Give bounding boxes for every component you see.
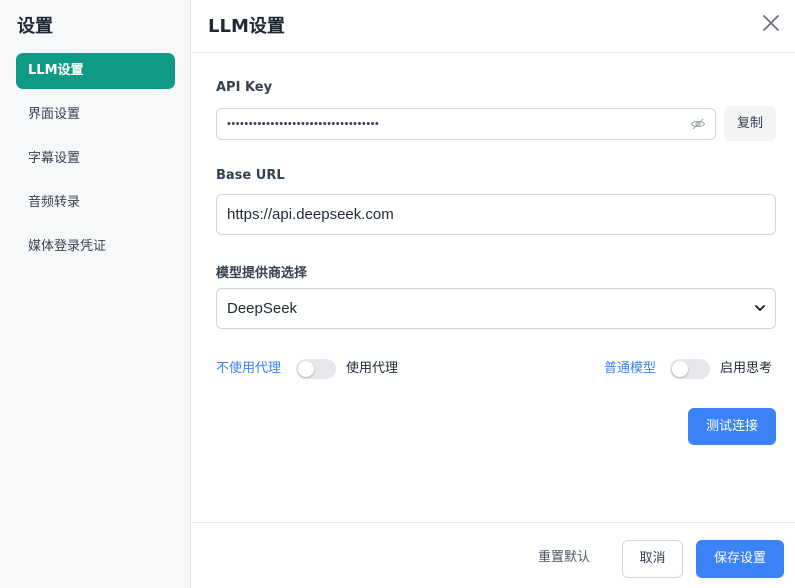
copy-button[interactable]: 复制 [724,106,776,141]
reset-defaults-button[interactable]: 重置默认 [530,540,598,576]
sidebar-item-audio[interactable]: 音频转录 [16,185,175,221]
base-url-label: Base URL [216,168,285,183]
sidebar-item-subtitles[interactable]: 字幕设置 [16,141,175,177]
toggle-knob [672,361,688,377]
sidebar: 设置 LLM设置 界面设置 字幕设置 音频转录 媒体登录凭证 [0,0,191,588]
enable-thinking-label: 启用思考 [720,361,773,376]
proxy-toggle[interactable] [296,359,336,379]
page-title: LLM设置 [208,16,285,37]
normal-model-label: 普通模型 [604,361,657,376]
api-key-label: API Key [216,80,273,95]
no-proxy-label: 不使用代理 [216,361,282,376]
chevron-down-icon [755,305,765,311]
close-icon[interactable] [761,13,781,33]
sidebar-item-interface[interactable]: 界面设置 [16,97,175,133]
header: LLM设置 [192,0,795,53]
cancel-button[interactable]: 取消 [622,540,683,578]
base-url-input[interactable]: https://api.deepseek.com [216,194,776,235]
sidebar-title: 设置 [17,16,53,37]
save-button[interactable]: 保存设置 [696,540,784,578]
eye-off-icon[interactable] [690,116,706,132]
main-panel: LLM设置 API Key ••••••••••••••••••••••••••… [192,0,795,588]
provider-label: 模型提供商选择 [216,266,308,281]
thinking-toggle[interactable] [670,359,710,379]
provider-select[interactable]: DeepSeek [216,288,776,329]
api-key-input[interactable]: ••••••••••••••••••••••••••••••••••• [216,108,716,140]
toggle-knob [298,361,314,377]
use-proxy-label: 使用代理 [346,361,399,376]
test-connection-button[interactable]: 测试连接 [688,408,776,445]
sidebar-item-credentials[interactable]: 媒体登录凭证 [16,229,175,265]
footer: 重置默认 取消 保存设置 [192,522,795,588]
sidebar-item-llm[interactable]: LLM设置 [16,53,175,89]
